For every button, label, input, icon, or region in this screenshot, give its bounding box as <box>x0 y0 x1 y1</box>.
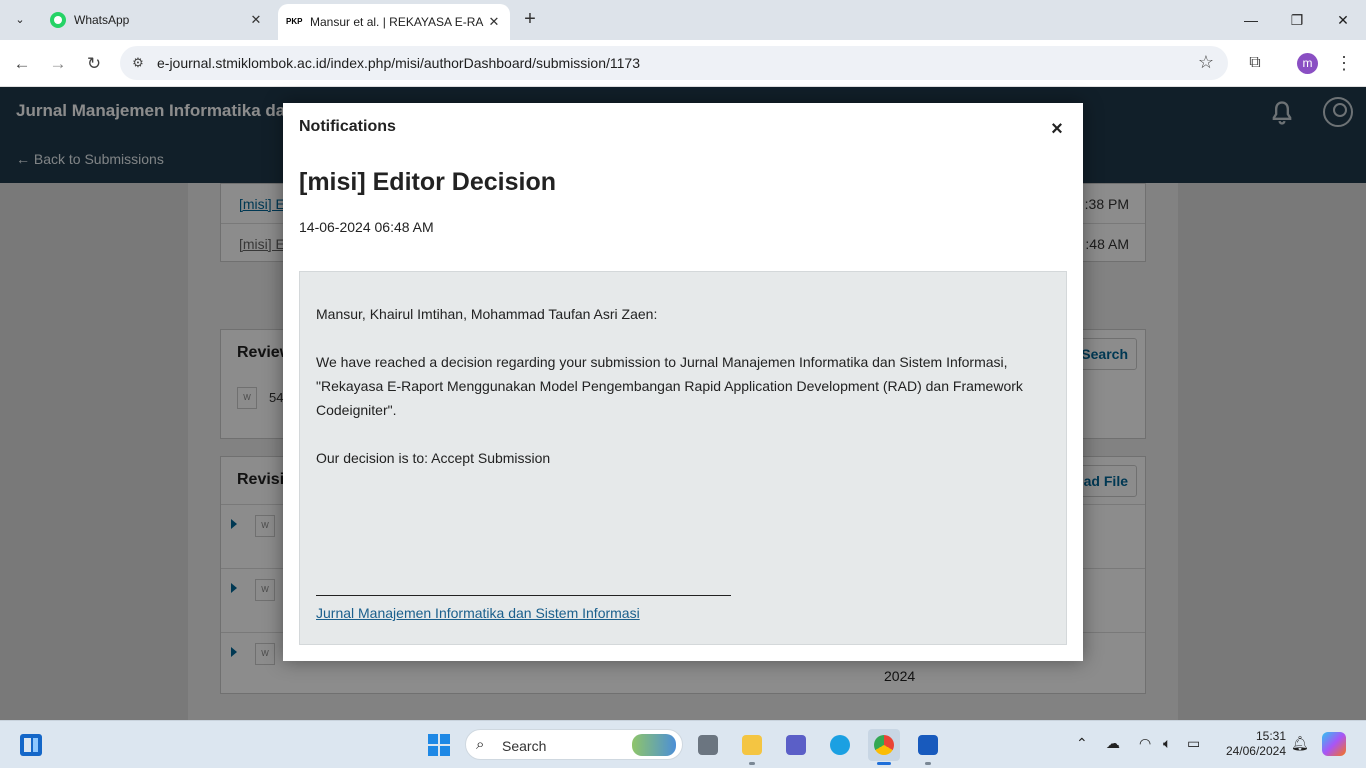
tab-close-icon[interactable]: ✕ <box>484 14 504 30</box>
minimize-icon[interactable]: — <box>1228 0 1274 40</box>
tab-close-icon[interactable]: ✕ <box>246 12 266 28</box>
system-clock[interactable]: 15:31 24/06/2024 <box>1220 729 1286 759</box>
widgets-icon[interactable] <box>20 734 42 756</box>
back-icon[interactable]: ← <box>8 50 36 78</box>
modal-header-title: Notifications <box>299 118 396 135</box>
notification-center-icon[interactable]: 🔔︎ <box>1291 735 1309 752</box>
browser-tab-strip: ⌄ WhatsApp ✕ PKP Mansur et al. | REKAYAS… <box>0 0 1366 40</box>
extensions-icon[interactable]: ⧉ <box>1242 50 1268 76</box>
tab-whatsapp[interactable]: WhatsApp ✕ <box>40 0 272 40</box>
tab-search-chevron-icon[interactable]: ⌄ <box>8 8 32 32</box>
journal-link[interactable]: Jurnal Manajemen Informatika dan Sistem … <box>316 605 640 621</box>
clock-time: 15:31 <box>1255 729 1286 743</box>
taskbar: ⌕ Search ⌃ ☁ ◠ 🔈︎ ▭ 15:31 24/06/2024 🔔︎ <box>0 720 1366 768</box>
tab-title: WhatsApp <box>74 13 130 27</box>
edge-icon[interactable] <box>824 729 856 761</box>
bookmark-star-icon[interactable]: ☆ <box>1198 52 1214 73</box>
greeting-text: Mansur, Khairul Imtihan, Mohammad Taufan… <box>316 306 658 322</box>
profile-avatar[interactable]: m <box>1297 53 1318 74</box>
reload-icon[interactable]: ↻ <box>80 50 108 78</box>
new-tab-icon[interactable]: + <box>518 8 542 32</box>
search-icon: ⌕ <box>476 736 485 753</box>
restore-icon[interactable]: ❐ <box>1274 0 1320 40</box>
tab-submission[interactable]: PKP Mansur et al. | REKAYASA E-RAP ✕ <box>278 4 510 40</box>
copilot-icon[interactable] <box>1322 732 1346 756</box>
word-icon[interactable] <box>912 729 944 765</box>
search-highlight-art <box>632 734 676 756</box>
wifi-icon[interactable]: ◠ <box>1139 735 1151 752</box>
browser-toolbar: ← → ↻ ⚙ e-journal.stmiklombok.ac.id/inde… <box>0 40 1366 87</box>
notification-title: [misi] Editor Decision <box>299 168 556 196</box>
task-view-icon[interactable] <box>692 729 724 761</box>
teams-icon[interactable] <box>780 729 812 761</box>
window-close-icon[interactable]: ✕ <box>1320 0 1366 40</box>
chrome-icon[interactable] <box>868 729 900 765</box>
close-icon[interactable]: × <box>1047 119 1067 139</box>
whatsapp-icon <box>50 12 66 28</box>
browser-menu-icon[interactable]: ⋮ <box>1334 50 1354 76</box>
volume-icon[interactable]: 🔈︎ <box>1163 735 1171 752</box>
decision-text: Our decision is to: Accept Submission <box>316 450 551 466</box>
windows-start-icon[interactable] <box>428 734 450 756</box>
tray-chevron-icon[interactable]: ⌃ <box>1076 735 1088 752</box>
onedrive-icon[interactable]: ☁ <box>1106 735 1120 752</box>
search-placeholder: Search <box>502 738 547 754</box>
notification-body: Mansur, Khairul Imtihan, Mohammad Taufan… <box>299 271 1067 645</box>
battery-icon[interactable]: ▭ <box>1187 735 1200 752</box>
tab-title: Mansur et al. | REKAYASA E-RAP <box>310 15 484 29</box>
file-explorer-icon[interactable] <box>736 729 768 765</box>
notification-date: 14-06-2024 06:48 AM <box>299 219 434 235</box>
decision-paragraph: We have reached a decision regarding you… <box>316 354 1023 418</box>
site-info-icon[interactable]: ⚙ <box>128 53 148 73</box>
url-text[interactable]: e-journal.stmiklombok.ac.id/index.php/mi… <box>157 55 640 71</box>
forward-icon[interactable]: → <box>44 50 72 78</box>
pkp-icon: PKP <box>286 17 303 26</box>
notifications-modal: Notifications × [misi] Editor Decision 1… <box>283 103 1083 661</box>
address-bar[interactable]: ⚙ e-journal.stmiklombok.ac.id/index.php/… <box>120 46 1228 80</box>
taskbar-search[interactable]: ⌕ Search <box>465 729 683 760</box>
clock-date: 24/06/2024 <box>1225 744 1286 758</box>
signature-divider <box>316 595 731 596</box>
